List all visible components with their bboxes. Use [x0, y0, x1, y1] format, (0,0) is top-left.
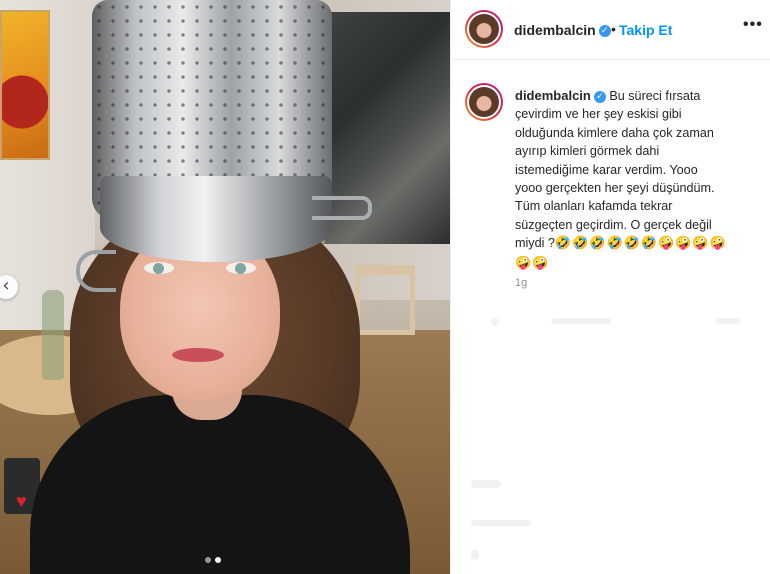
username-label[interactable]: didembalcin [514, 22, 596, 38]
post-timestamp[interactable]: 1g [515, 277, 527, 289]
caption-text-line: ayırıp kimleri görmek dahi [515, 144, 660, 159]
faded-placeholder [491, 318, 499, 326]
painting-left [0, 10, 50, 160]
faded-placeholder [471, 550, 479, 560]
right-eye [226, 262, 256, 274]
post-caption: didembalcin ✓ Bu süreci fırsata çevirdim … [515, 87, 763, 273]
colander-rim [100, 176, 332, 262]
carousel-dot [205, 557, 211, 563]
header-username[interactable]: didembalcin ✓ [514, 22, 611, 38]
faded-placeholder [471, 480, 501, 488]
caption-text-line: Bu süreci fırsata [609, 89, 701, 103]
faded-placeholder [716, 318, 740, 324]
caption-text-line: çevirdim ve her şey eskisi gibi [515, 107, 682, 122]
faded-placeholder [471, 520, 531, 526]
emoji-row: 🤣🤣🤣🤣🤣🤣🤪🤪🤪🤪 [554, 236, 727, 252]
post-side-panel: didembalcin ✓ • Takip Et ••• didembalcin ✓… [450, 0, 770, 574]
caption-text-line: olduğunda kimlere daha çok zaman [515, 125, 714, 140]
caption-text-line: süzgeçten geçirdim. O gerçek değil [515, 217, 712, 232]
post-photo[interactable]: ♥ ‹ [0, 0, 450, 574]
colander-handle [312, 196, 372, 220]
verified-check-icon: ✓ [593, 90, 606, 103]
caption-username[interactable]: didembalcin [515, 88, 591, 103]
caption-text-line: yooo gerçekten her şeyi düşündüm. [515, 181, 715, 196]
follow-button[interactable]: Takip Et [619, 22, 672, 38]
avatar[interactable] [465, 10, 503, 48]
separator-dot: • [611, 21, 616, 37]
lips [172, 348, 224, 362]
verified-check-icon: ✓ [598, 25, 611, 38]
caption-text-line: istemediğime karar verdim. Yooo [515, 162, 698, 177]
glass-bottle [42, 290, 64, 380]
emoji-row: 🤪🤪 [515, 255, 550, 271]
post-header: didembalcin ✓ • Takip Et ••• [451, 0, 770, 60]
carousel-dots [205, 557, 221, 563]
caption-text-line: Tüm olanları kafamda tekrar [515, 199, 673, 214]
left-eye [144, 262, 174, 274]
more-options-icon[interactable]: ••• [743, 16, 763, 34]
carousel-dot [215, 557, 221, 563]
colander-handle [76, 250, 116, 292]
faded-placeholder [551, 318, 611, 324]
heart-icon: ♥ [16, 491, 27, 511]
avatar[interactable] [465, 83, 503, 121]
wooden-stool [355, 265, 415, 335]
caption-text-line: miydi ? [515, 236, 555, 251]
